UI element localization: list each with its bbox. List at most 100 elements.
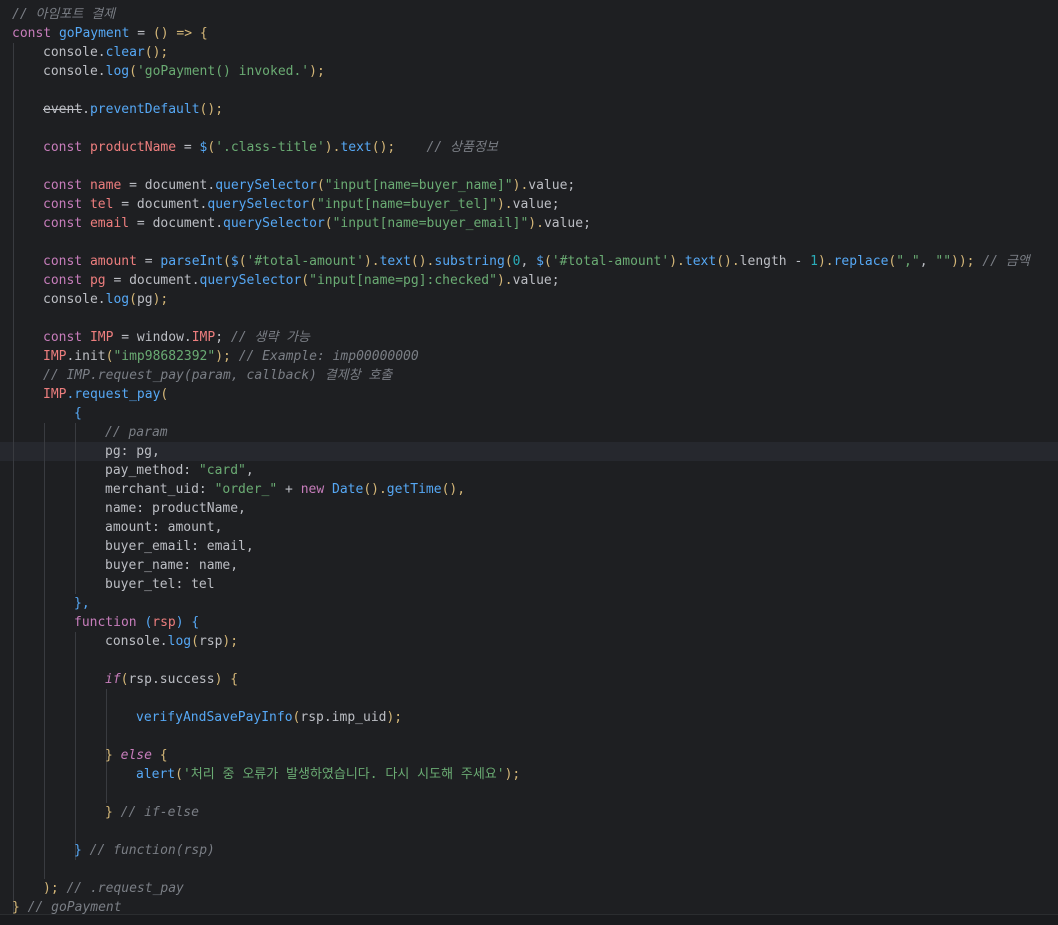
- code-token: },: [74, 596, 90, 611]
- code-token: ).: [528, 216, 544, 231]
- code-token: );: [386, 710, 403, 725]
- code-line[interactable]: [0, 727, 1058, 746]
- indent-guide: [13, 841, 14, 860]
- code-line[interactable]: alert('처리 중 오류가 발생하였습니다. 다시 시도해 주세요');: [0, 765, 1058, 784]
- code-text: const amount = parseInt($('#total-amount…: [43, 252, 1030, 271]
- code-line[interactable]: const amount = parseInt($('#total-amount…: [0, 252, 1058, 271]
- code-token: verifyAndSavePayInfo: [136, 710, 293, 725]
- indent-guide: [44, 746, 45, 765]
- indent-guide: [44, 423, 45, 442]
- code-line[interactable]: console.log('goPayment() invoked.');: [0, 62, 1058, 81]
- code-token: "input[name=buyer_tel]": [316, 197, 497, 212]
- code-line[interactable]: const productName = $('.class-title').te…: [0, 138, 1058, 157]
- code-line[interactable]: [0, 81, 1058, 100]
- indent-guide: [13, 651, 14, 670]
- code-token: // goPayment: [27, 900, 122, 915]
- indent-guide: [13, 252, 14, 271]
- code-line[interactable]: buyer_tel: tel: [0, 575, 1058, 594]
- code-line[interactable]: [0, 689, 1058, 708]
- code-line[interactable]: [0, 309, 1058, 328]
- indent-guide: [13, 689, 14, 708]
- code-line[interactable]: } // if-else: [0, 803, 1058, 822]
- code-token: (: [324, 216, 333, 231]
- code-line[interactable]: event.preventDefault();: [0, 100, 1058, 119]
- code-line[interactable]: const tel = document.querySelector("inpu…: [0, 195, 1058, 214]
- code-line[interactable]: amount: amount,: [0, 518, 1058, 537]
- code-line[interactable]: // 아임포트 결제: [0, 5, 1058, 24]
- indent-guide: [13, 822, 14, 841]
- indent-guide: [13, 138, 14, 157]
- code-line[interactable]: // IMP.request_pay(param, callback) 결제창 …: [0, 366, 1058, 385]
- code-line[interactable]: } else {: [0, 746, 1058, 765]
- code-text: console.log(rsp);: [105, 632, 238, 651]
- code-line[interactable]: name: productName,: [0, 499, 1058, 518]
- code-line[interactable]: const pg = document.querySelector("input…: [0, 271, 1058, 290]
- code-line[interactable]: ); // .request_pay: [0, 879, 1058, 898]
- indent-guide: [75, 442, 76, 461]
- code-line[interactable]: console.clear();: [0, 43, 1058, 62]
- indent-guide: [13, 404, 14, 423]
- code-line[interactable]: IMP.init("imp98682392"); // Example: imp…: [0, 347, 1058, 366]
- code-token: ();: [144, 45, 169, 60]
- code-token: // param: [105, 425, 168, 440]
- code-line[interactable]: [0, 784, 1058, 803]
- code-line[interactable]: merchant_uid: "order_" + new Date().getT…: [0, 480, 1058, 499]
- code-token: clear: [105, 45, 145, 60]
- code-token: ));: [951, 254, 975, 269]
- code-line[interactable]: pay_method: "card",: [0, 461, 1058, 480]
- code-token: const: [43, 178, 90, 193]
- code-token: "card": [198, 463, 246, 478]
- indent-guide: [13, 100, 14, 119]
- indent-guide: [106, 784, 107, 803]
- code-line[interactable]: verifyAndSavePayInfo(rsp.imp_uid);: [0, 708, 1058, 727]
- code-line[interactable]: buyer_name: name,: [0, 556, 1058, 575]
- code-editor[interactable]: // 아임포트 결제 const goPayment = () => {conso…: [0, 0, 1058, 925]
- code-line[interactable]: },: [0, 594, 1058, 613]
- code-line[interactable]: IMP.request_pay(: [0, 385, 1058, 404]
- code-token: (: [543, 254, 552, 269]
- code-token: // 금액: [974, 254, 1030, 269]
- code-line[interactable]: const goPayment = () => {: [0, 24, 1058, 43]
- indent-guide: [44, 480, 45, 499]
- code-line[interactable]: [0, 157, 1058, 176]
- code-token: log: [105, 64, 130, 79]
- indent-guide: [13, 62, 14, 81]
- code-token: console.: [43, 45, 106, 60]
- indent-guide: [13, 594, 14, 613]
- code-line[interactable]: const name = document.querySelector("inp…: [0, 176, 1058, 195]
- code-token: pg: [136, 292, 153, 307]
- code-line[interactable]: console.log(rsp);: [0, 632, 1058, 651]
- code-line[interactable]: pg: pg,: [0, 442, 1058, 461]
- code-line[interactable]: // param: [0, 423, 1058, 442]
- code-line[interactable]: {: [0, 404, 1058, 423]
- code-token: else: [120, 748, 160, 763]
- code-text: } // if-else: [105, 803, 199, 822]
- indent-guide: [13, 157, 14, 176]
- code-token: rsp.success: [128, 672, 215, 687]
- code-token: "": [935, 254, 952, 269]
- code-line[interactable]: buyer_email: email,: [0, 537, 1058, 556]
- indent-guide: [13, 347, 14, 366]
- code-token: ,: [520, 254, 537, 269]
- indent-guide: [75, 518, 76, 537]
- code-line[interactable]: [0, 860, 1058, 879]
- code-line[interactable]: console.log(pg);: [0, 290, 1058, 309]
- code-line[interactable]: function (rsp) {: [0, 613, 1058, 632]
- code-line[interactable]: } // function(rsp): [0, 841, 1058, 860]
- code-line[interactable]: [0, 822, 1058, 841]
- code-line[interactable]: if(rsp.success) {: [0, 670, 1058, 689]
- indent-guide: [13, 366, 14, 385]
- code-token: (: [504, 254, 513, 269]
- code-line[interactable]: [0, 651, 1058, 670]
- horizontal-scrollbar[interactable]: [0, 914, 1058, 925]
- code-token: );: [215, 349, 239, 364]
- code-text: const tel = document.querySelector("inpu…: [43, 195, 560, 214]
- code-line[interactable]: const IMP = window.IMP; // 생략 가능: [0, 328, 1058, 347]
- code-token: () => {: [152, 26, 208, 41]
- code-line[interactable]: [0, 119, 1058, 138]
- code-line[interactable]: [0, 233, 1058, 252]
- code-line[interactable]: const email = document.querySelector("in…: [0, 214, 1058, 233]
- indent-guide: [44, 442, 45, 461]
- code-token: // function(rsp): [89, 843, 215, 858]
- indent-guide: [75, 556, 76, 575]
